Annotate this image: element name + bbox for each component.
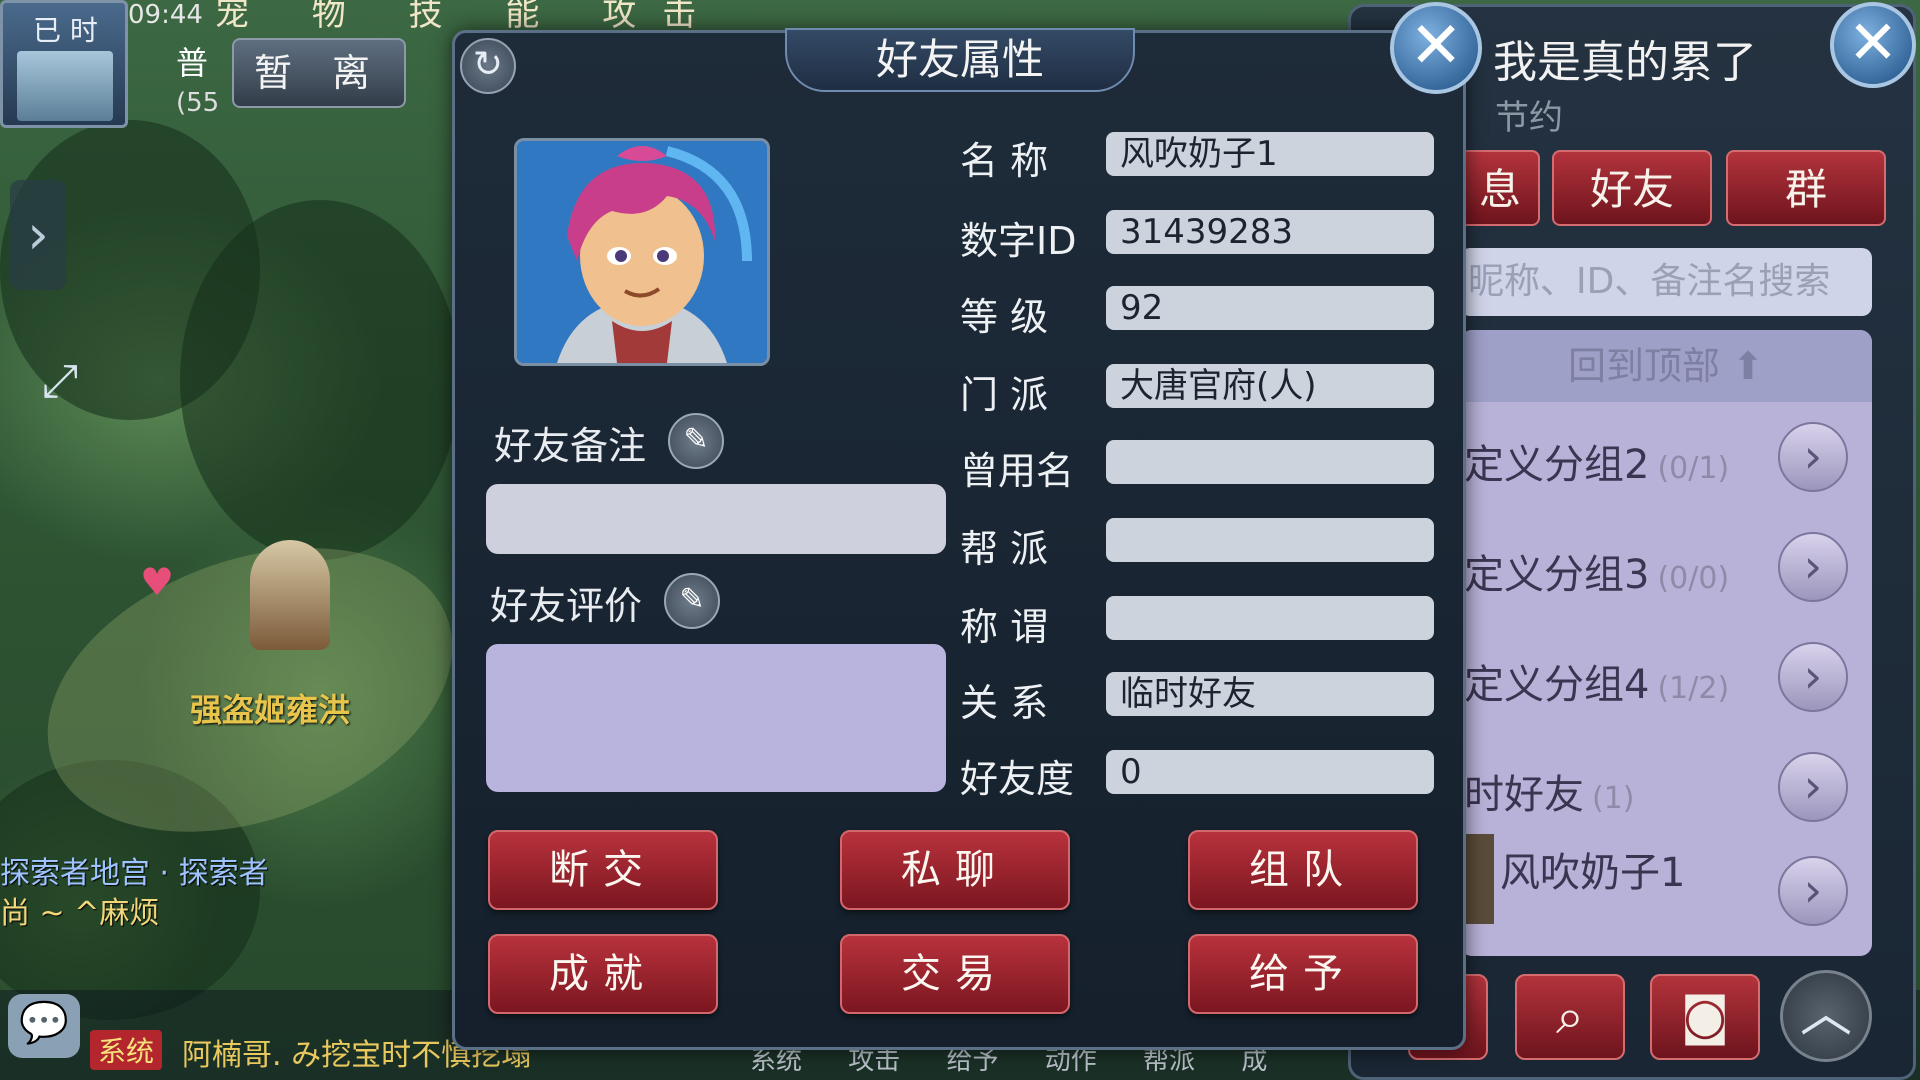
- list-item[interactable]: 定义分组3 (0/0) ›: [1464, 522, 1864, 612]
- chat-bubble-icon[interactable]: 💬: [8, 994, 80, 1058]
- search-button[interactable]: ⌕: [1515, 974, 1625, 1060]
- back-to-top-button[interactable]: 回到顶部 ⬆: [1460, 330, 1872, 402]
- give-button[interactable]: 给予: [1188, 934, 1418, 1014]
- scene-portrait: [17, 51, 113, 121]
- group-count: (1): [1592, 781, 1635, 816]
- heart-icon: ♥: [140, 560, 175, 604]
- player-subtitle: 节约: [1495, 98, 1563, 138]
- field-value-id: 31439283: [1106, 210, 1434, 254]
- system-badge: 系统: [90, 1030, 163, 1070]
- field-label-friendship: 好友度: [960, 757, 1075, 801]
- team-up-button[interactable]: 组队: [1188, 830, 1418, 910]
- tab-messages[interactable]: 息: [1460, 150, 1540, 226]
- list-item[interactable]: 风吹奶子1 ›: [1500, 832, 1864, 926]
- panel-close-icon[interactable]: ✕: [1830, 2, 1916, 88]
- field-label-school: 门 派: [960, 373, 1049, 417]
- list-item[interactable]: 时好友 (1) ›: [1464, 742, 1864, 832]
- status-label: 已 时: [33, 14, 98, 47]
- remark-field[interactable]: [486, 484, 946, 554]
- close-icon[interactable]: ✕: [1390, 2, 1482, 94]
- field-label-name: 名 称: [960, 139, 1049, 183]
- field-label-id: 数字ID: [960, 219, 1077, 263]
- field-label-relation: 关 系: [960, 681, 1049, 725]
- channel-label: 普: [176, 44, 209, 82]
- group-count: (0/1): [1657, 451, 1730, 486]
- field-label-level: 等 级: [960, 295, 1049, 339]
- pencil-icon[interactable]: ✎: [668, 413, 724, 469]
- field-value-title: [1106, 596, 1434, 640]
- trash-icon: ◙: [1680, 987, 1730, 1045]
- npc-name: 强盗姬雍洪: [190, 691, 351, 729]
- field-value-level: 92: [1106, 286, 1434, 330]
- back-to-top-label: 回到顶部: [1568, 344, 1721, 388]
- side-expand-arrow-icon[interactable]: ›: [10, 180, 66, 290]
- tab-friends[interactable]: 好友: [1552, 150, 1712, 226]
- break-friendship-button[interactable]: 断交: [488, 830, 718, 910]
- review-field[interactable]: [486, 644, 946, 792]
- group-name: 时好友: [1464, 772, 1584, 818]
- player-name: 我是真的累了: [1493, 37, 1757, 88]
- pencil-icon[interactable]: ✎: [664, 573, 720, 629]
- fullscreen-icon[interactable]: ⤢: [30, 350, 90, 410]
- chevron-right-icon[interactable]: ›: [1778, 422, 1848, 492]
- field-label-guild: 帮 派: [960, 527, 1049, 571]
- chevron-right-icon[interactable]: ›: [1778, 642, 1848, 712]
- character-portrait: [517, 141, 767, 363]
- field-value-school: 大唐官府(人): [1106, 364, 1434, 408]
- field-label-title: 称 谓: [960, 605, 1049, 649]
- chevron-right-icon[interactable]: ›: [1778, 856, 1848, 926]
- scene-foliage: [180, 200, 460, 560]
- field-value-guild: [1106, 518, 1434, 562]
- friend-name: 风吹奶子1: [1500, 850, 1686, 896]
- dialog-title: 好友属性: [875, 35, 1044, 84]
- field-value-former-name: [1106, 440, 1434, 484]
- group-name: 定义分组4: [1464, 662, 1650, 708]
- chevron-right-icon[interactable]: ›: [1778, 532, 1848, 602]
- private-chat-button[interactable]: 私聊: [840, 830, 1070, 910]
- list-item[interactable]: 定义分组4 (1/2) ›: [1464, 632, 1864, 722]
- group-count: (0/0): [1657, 561, 1730, 596]
- field-label-former-name: 曾用名: [960, 449, 1075, 493]
- refresh-icon[interactable]: ↻: [460, 38, 516, 94]
- coord-label: (55: [176, 88, 220, 118]
- chat-line: 尚 ~ ^麻烦: [0, 896, 160, 931]
- away-button[interactable]: 暂 离: [232, 38, 406, 108]
- remark-label: 好友备注: [494, 424, 647, 468]
- time-widget[interactable]: 已 时: [0, 0, 128, 128]
- arrow-up-icon: ⬆: [1732, 344, 1764, 388]
- field-value-friendship: 0: [1106, 750, 1434, 794]
- field-value-relation: 临时好友: [1106, 672, 1434, 716]
- friend-avatar: [1464, 834, 1494, 924]
- chevron-right-icon[interactable]: ›: [1778, 752, 1848, 822]
- group-count: (1/2): [1657, 671, 1730, 706]
- clock-text: 09:44: [128, 0, 203, 30]
- list-item[interactable]: 定义分组2 (0/1) ›: [1464, 412, 1864, 502]
- trade-button[interactable]: 交易: [840, 934, 1070, 1014]
- chevron-up-icon[interactable]: ︿: [1780, 970, 1872, 1062]
- achievement-button[interactable]: 成就: [488, 934, 718, 1014]
- field-value-name: 风吹奶子1: [1106, 132, 1434, 176]
- npc-character[interactable]: [250, 540, 330, 650]
- group-name: 定义分组2: [1464, 442, 1650, 488]
- avatar: [514, 138, 770, 366]
- search-icon: ⌕: [1556, 987, 1584, 1045]
- clear-button[interactable]: ◙: [1650, 974, 1760, 1060]
- group-name: 定义分组3: [1464, 552, 1650, 598]
- tab-groups[interactable]: 群: [1726, 150, 1886, 226]
- chat-line: 探索者地宫 · 探索者: [0, 856, 269, 891]
- friend-search-input[interactable]: 昵称、ID、备注名搜索: [1460, 248, 1872, 316]
- review-label: 好友评价: [490, 584, 643, 628]
